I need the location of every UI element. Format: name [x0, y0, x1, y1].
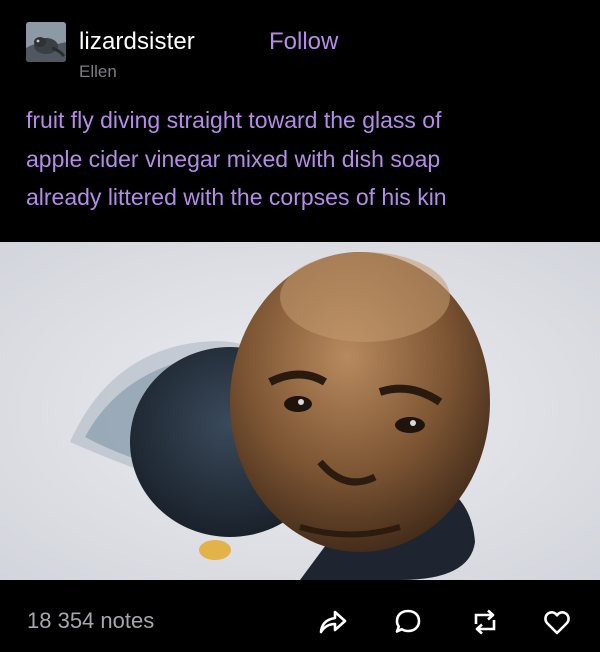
share-button[interactable] — [314, 604, 350, 640]
post-header: lizardsister Follow Ellen — [26, 22, 586, 81]
post-image[interactable] — [0, 242, 600, 580]
heart-icon — [544, 611, 570, 635]
like-button[interactable] — [539, 604, 575, 640]
flying-man-image — [0, 242, 600, 580]
reblog-icon — [474, 609, 496, 635]
blog-title: Ellen — [79, 62, 117, 81]
reply-icon — [395, 609, 421, 633]
share-icon — [319, 610, 347, 634]
follow-button[interactable]: Follow — [269, 28, 338, 56]
blog-avatar[interactable] — [26, 22, 66, 62]
lizard-avatar-icon — [26, 22, 66, 62]
post-footer: 18 354 notes — [0, 580, 600, 652]
blog-name[interactable]: lizardsister — [79, 28, 195, 56]
notes-count[interactable]: 18 354 notes — [27, 608, 154, 634]
reblog-button[interactable] — [467, 604, 503, 640]
tumblr-post: lizardsister Follow Ellen fruit fly divi… — [0, 0, 600, 652]
reply-button[interactable] — [390, 604, 426, 640]
post-body-text: fruit fly diving straight toward the gla… — [26, 107, 447, 210]
